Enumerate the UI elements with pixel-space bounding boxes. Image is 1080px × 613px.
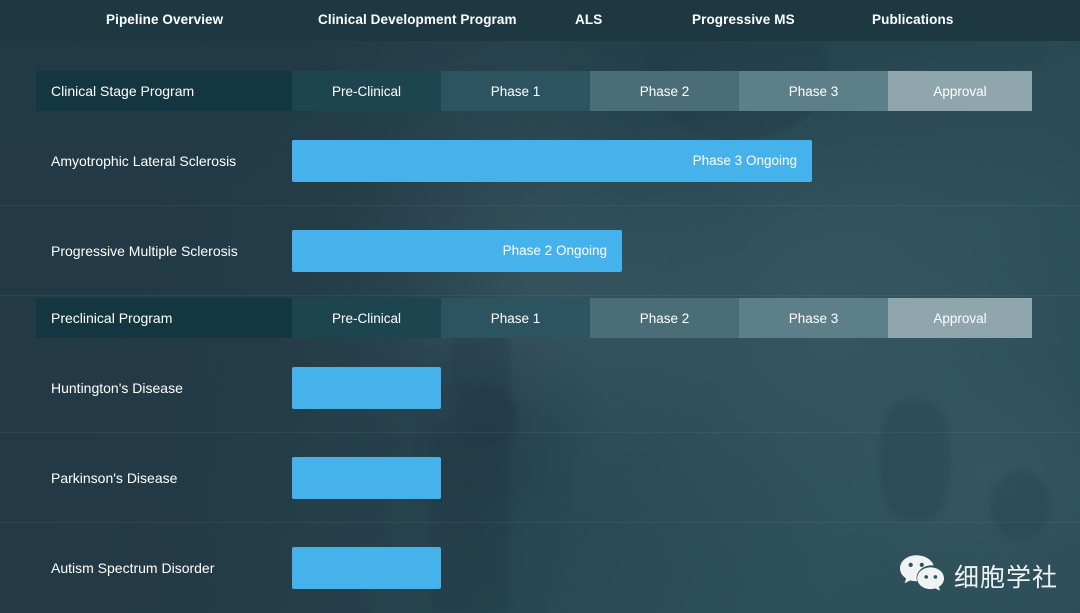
progress-bar-huntingtons-disease[interactable] xyxy=(292,366,441,409)
progress-bar-als[interactable]: Phase 3 Ongoing xyxy=(292,139,812,182)
preclinical-phase-3: Phase 3 xyxy=(739,298,888,338)
pipeline-page: Pipeline Overview Clinical Development P… xyxy=(0,0,1080,613)
nav-item-als[interactable]: ALS xyxy=(575,12,602,27)
table-row: Amyotrophic Lateral Sclerosis Phase 3 On… xyxy=(0,116,1080,206)
preclinical-program-title: Preclinical Program xyxy=(36,298,292,338)
table-row: Parkinson's Disease xyxy=(0,433,1080,523)
nav-item-pipeline-overview[interactable]: Pipeline Overview xyxy=(106,12,223,27)
progress-bar-autism-spectrum-disorder[interactable] xyxy=(292,547,441,589)
row-label-progressive-ms: Progressive Multiple Sclerosis xyxy=(51,242,238,259)
watermark: 细胞学社 xyxy=(899,554,1058,597)
clinical-stage-phase-3: Phase 3 xyxy=(739,71,888,111)
pipeline-container: Clinical Stage Program Pre-Clinical Phas… xyxy=(0,41,1080,613)
table-row: Huntington's Disease xyxy=(0,343,1080,433)
row-label-autism-spectrum-disorder: Autism Spectrum Disorder xyxy=(51,560,215,576)
preclinical-phase-1: Phase 1 xyxy=(441,298,590,338)
table-row: Progressive Multiple Sclerosis Phase 2 O… xyxy=(0,206,1080,296)
preclinical-approval: Approval xyxy=(888,298,1032,338)
clinical-stage-phase-1: Phase 1 xyxy=(441,71,590,111)
clinical-stage-header-row: Clinical Stage Program Pre-Clinical Phas… xyxy=(36,71,1032,111)
nav-item-clinical-development-program[interactable]: Clinical Development Program xyxy=(318,12,517,27)
row-label-als: Amyotrophic Lateral Sclerosis xyxy=(51,152,237,169)
nav-item-publications[interactable]: Publications xyxy=(872,12,953,27)
row-label-huntingtons-disease: Huntington's Disease xyxy=(51,379,183,396)
preclinical-phase-2: Phase 2 xyxy=(590,298,739,338)
top-navigation: Pipeline Overview Clinical Development P… xyxy=(0,0,1080,41)
wechat-icon xyxy=(899,554,945,597)
preclinical-pre-clinical: Pre-Clinical xyxy=(292,298,441,338)
nav-item-progressive-ms[interactable]: Progressive MS xyxy=(692,12,795,27)
row-label-parkinsons-disease: Parkinson's Disease xyxy=(51,469,178,486)
watermark-text: 细胞学社 xyxy=(953,562,1058,592)
progress-bar-progressive-ms[interactable]: Phase 2 Ongoing xyxy=(292,229,622,272)
clinical-stage-approval: Approval xyxy=(888,71,1032,111)
clinical-stage-phase-2: Phase 2 xyxy=(590,71,739,111)
progress-bar-parkinsons-disease[interactable] xyxy=(292,456,441,499)
clinical-stage-pre-clinical: Pre-Clinical xyxy=(292,71,441,111)
preclinical-header-row: Preclinical Program Pre-Clinical Phase 1… xyxy=(36,298,1032,338)
clinical-stage-program-title: Clinical Stage Program xyxy=(36,71,292,111)
